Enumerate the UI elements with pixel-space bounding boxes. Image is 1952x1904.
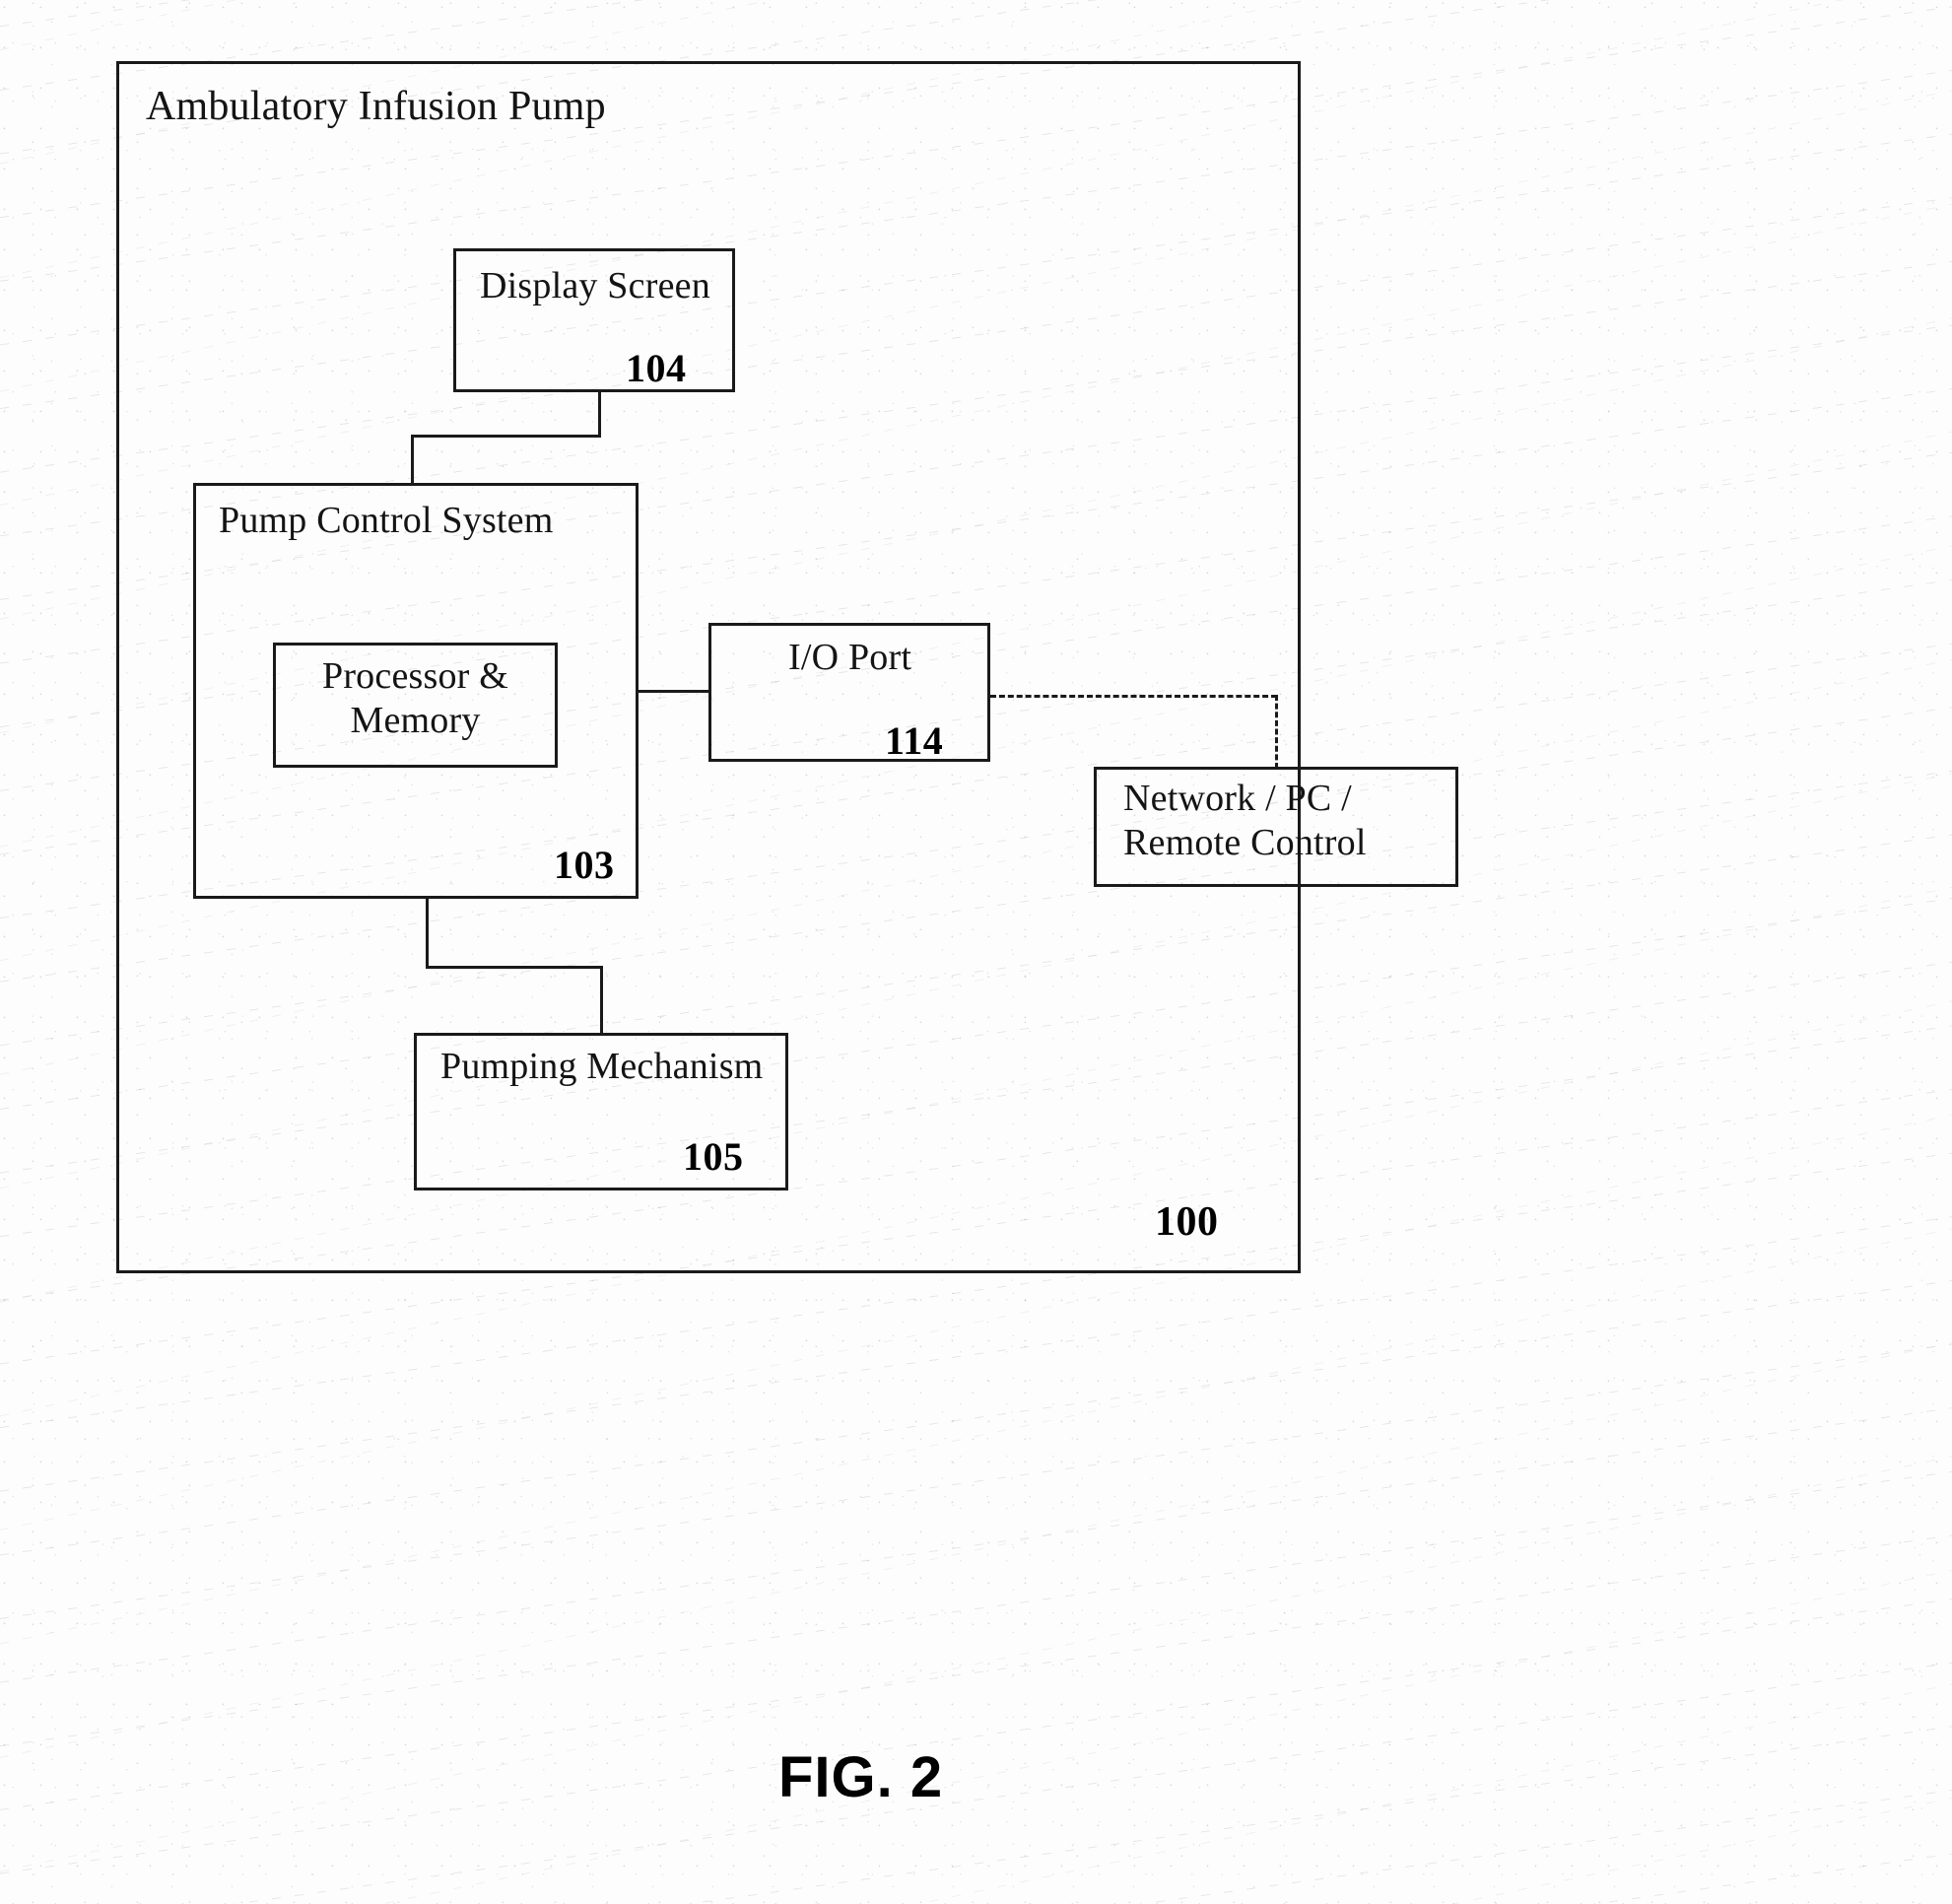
connector-control-to-pump-seg3 (600, 966, 603, 1035)
connector-io-to-network-vertical (1275, 695, 1278, 769)
figure-caption: FIG. 2 (778, 1745, 944, 1809)
connector-display-to-control-seg3 (411, 435, 414, 485)
ref-number-105: 105 (683, 1134, 744, 1179)
figure-page: Ambulatory Infusion Pump 100 Display Scr… (0, 0, 1952, 1904)
connector-display-to-control-seg1 (598, 392, 601, 437)
ambulatory-infusion-pump-label: Ambulatory Infusion Pump (146, 84, 606, 129)
ref-number-104: 104 (626, 346, 687, 390)
ref-number-100: 100 (1155, 1199, 1219, 1245)
connector-control-to-pump-seg2 (426, 966, 603, 969)
io-port-label: I/O Port (788, 637, 912, 678)
processor-memory-label: Processor & Memory (321, 655, 508, 741)
connector-io-to-network-horizontal (990, 695, 1277, 698)
ref-number-114: 114 (885, 718, 944, 763)
display-screen-label: Display Screen (480, 265, 710, 306)
connector-display-to-control-seg2 (411, 435, 601, 438)
network-pc-remote-control-label: Network / PC / Remote Control (1123, 778, 1367, 863)
pumping-mechanism-label: Pumping Mechanism (440, 1046, 764, 1087)
ref-number-103: 103 (554, 843, 615, 887)
connector-control-to-pump-seg1 (426, 897, 429, 968)
pump-control-system-label: Pump Control System (219, 500, 554, 541)
connector-control-to-io-port (637, 690, 710, 693)
